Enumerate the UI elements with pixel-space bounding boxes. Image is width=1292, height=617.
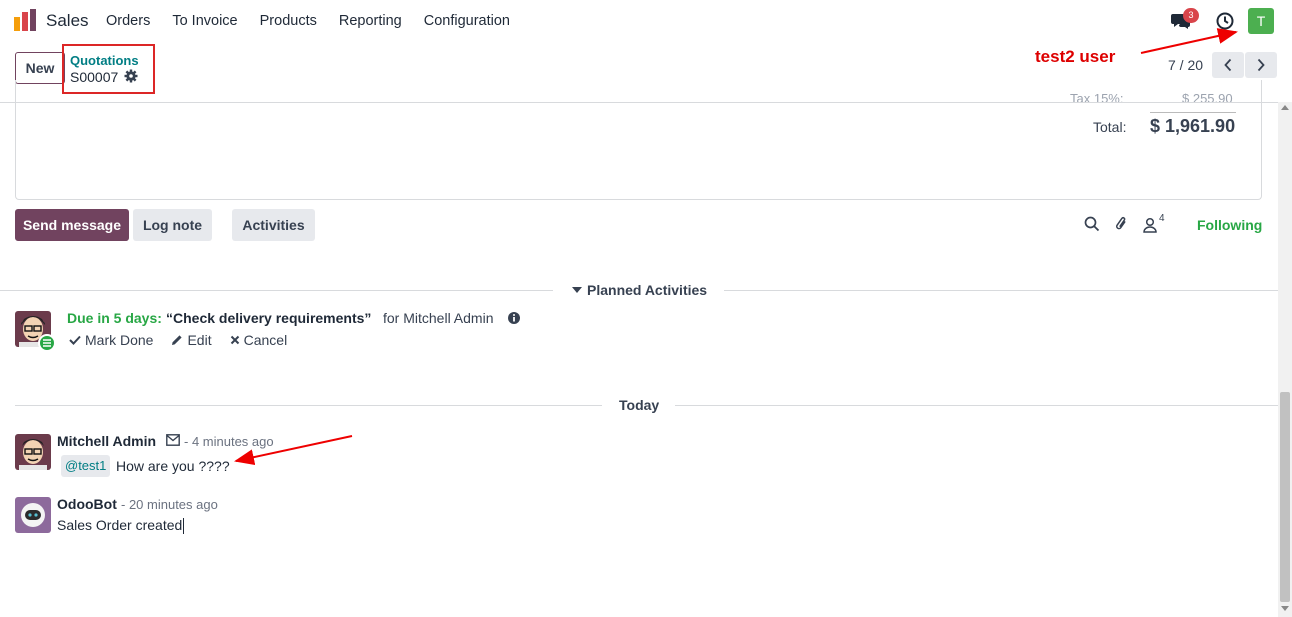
header-divider <box>0 102 1278 103</box>
mark-done-button[interactable]: Mark Done <box>69 332 153 348</box>
cancel-button[interactable]: Cancel <box>230 332 288 348</box>
pencil-icon <box>172 335 183 345</box>
search-icon[interactable] <box>1084 216 1100 232</box>
breadcrumb-quotations[interactable]: Quotations <box>70 53 139 68</box>
message-body: Sales Order created <box>57 517 185 535</box>
avatar[interactable] <box>15 434 51 470</box>
mitchell-admin-avatar-icon <box>15 434 51 470</box>
activity-summary: “Check delivery requirements” <box>166 310 372 326</box>
edit-button[interactable]: Edit <box>171 332 212 348</box>
mark-done-label: Mark Done <box>85 332 154 348</box>
pager-previous-button[interactable] <box>1212 52 1244 78</box>
activity-type-badge <box>38 334 56 352</box>
user-avatar[interactable]: T <box>1248 8 1274 34</box>
send-message-button[interactable]: Send message <box>15 209 129 241</box>
info-icon[interactable] <box>507 311 521 325</box>
text-cursor <box>183 518 185 535</box>
close-icon <box>230 335 239 345</box>
message-date: - 4 minutes ago <box>184 434 274 449</box>
list-icon <box>43 339 51 347</box>
message-body: How are you ???? <box>116 458 230 474</box>
planned-activities-toggle[interactable]: Planned Activities <box>587 282 707 298</box>
tax-value: $ 255.90 <box>1182 91 1233 102</box>
chevron-left-icon <box>1224 58 1232 72</box>
activities-button[interactable]: Activities <box>232 209 315 241</box>
followers-icon[interactable] <box>1143 217 1157 233</box>
message-date: - 20 minutes ago <box>121 497 218 512</box>
separator-line-right <box>724 290 1278 291</box>
check-icon <box>69 335 81 345</box>
total-label: Total: <box>1093 119 1127 135</box>
message-author[interactable]: OdooBot <box>57 496 117 512</box>
activity-assignee: for Mitchell Admin <box>383 310 494 326</box>
separator-line-left <box>0 290 553 291</box>
followers-count: 4 <box>1159 213 1165 224</box>
separator-line-left <box>15 405 602 406</box>
main-menu: Orders To Invoice Products Reporting Con… <box>106 13 532 29</box>
activity-due-label: Due in 5 days: <box>67 310 162 326</box>
cancel-label: Cancel <box>243 332 288 348</box>
scroll-down-arrow-icon[interactable] <box>1281 606 1289 612</box>
pager-next-button[interactable] <box>1245 52 1277 78</box>
odoobot-avatar-icon <box>15 497 51 533</box>
activity-clock-icon[interactable] <box>1216 12 1234 30</box>
caret-down-icon[interactable] <box>572 286 582 294</box>
app-name[interactable]: Sales <box>46 11 89 31</box>
paperclip-icon[interactable] <box>1114 216 1130 232</box>
menu-configuration[interactable]: Configuration <box>424 13 510 29</box>
edit-label: Edit <box>187 332 212 348</box>
mention-link[interactable]: @test1 <box>61 455 111 477</box>
menu-products[interactable]: Products <box>260 13 317 29</box>
tax-label: Tax 15%: <box>1070 91 1124 102</box>
menu-to-invoice[interactable]: To Invoice <box>172 13 237 29</box>
messages-count-badge: 3 <box>1183 8 1199 23</box>
scroll-up-arrow-icon[interactable] <box>1281 104 1289 110</box>
separator-line-right <box>675 405 1278 406</box>
envelope-icon <box>166 434 180 446</box>
top-navbar: Sales Orders To Invoice Products Reporti… <box>0 0 1292 42</box>
annotation-label: test2 user <box>1035 47 1116 66</box>
menu-reporting[interactable]: Reporting <box>339 13 402 29</box>
chevron-right-icon <box>1257 58 1265 72</box>
following-button[interactable]: Following <box>1197 217 1262 233</box>
scrollbar-thumb[interactable] <box>1280 392 1290 602</box>
menu-orders[interactable]: Orders <box>106 13 150 29</box>
total-value: $ 1,961.90 <box>1150 116 1236 136</box>
today-label: Today <box>619 397 660 413</box>
tax-row-clip: Tax 15%: $ 255.90 <box>1060 85 1260 102</box>
message-body-text: Sales Order created <box>57 517 183 533</box>
total-divider <box>1150 112 1236 113</box>
message-author[interactable]: Mitchell Admin <box>57 433 156 449</box>
sales-app-icon[interactable] <box>14 9 36 31</box>
pager-value[interactable]: 7 / 20 <box>1168 57 1203 73</box>
activity-actions: Mark Done Edit Cancel <box>69 332 287 348</box>
log-note-button[interactable]: Log note <box>133 209 212 241</box>
avatar[interactable] <box>15 497 51 533</box>
